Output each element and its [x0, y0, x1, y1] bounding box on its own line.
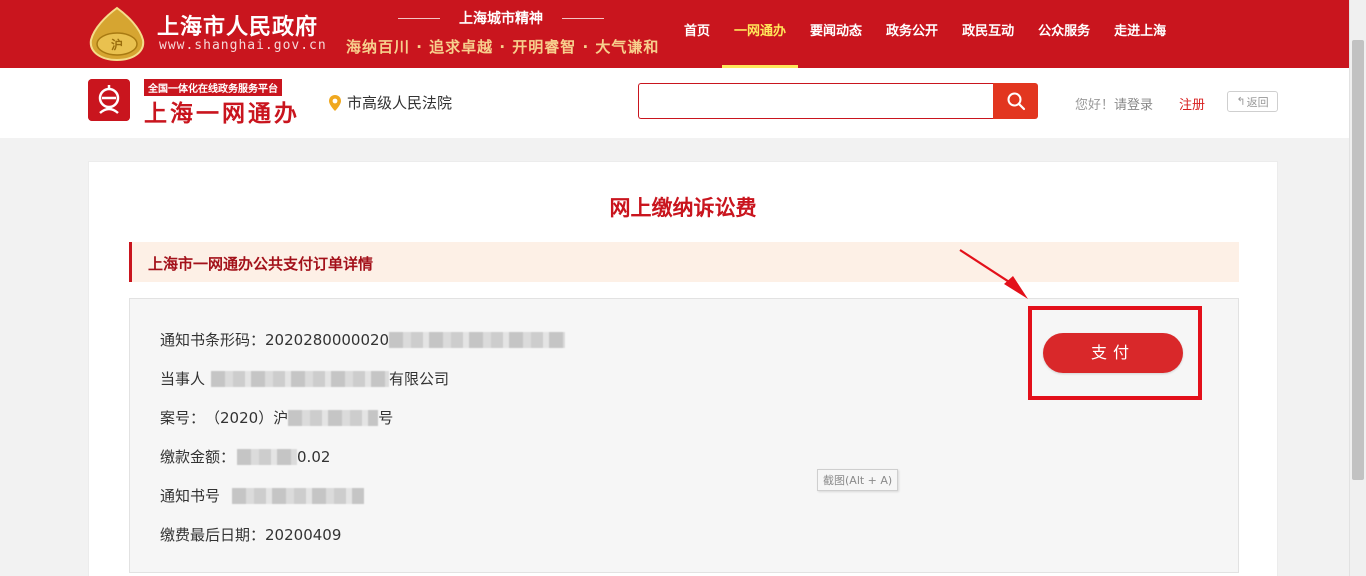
amount-suffix: 0.02	[297, 447, 331, 466]
city-spirit-title: 上海城市精神	[398, 8, 604, 28]
screenshot-tooltip: 截图(Alt + A)	[817, 469, 899, 491]
redacted-party	[211, 370, 390, 387]
ywt-logo-icon[interactable]	[88, 79, 130, 121]
section-title: 上海市一网通办公共支付订单详情	[148, 255, 374, 273]
sub-header: 全国一体化在线政务服务平台 上海一网通办 市高级人民法院 您好！请登录 注册 ↰…	[0, 68, 1349, 138]
deadline-label: 缴费最后日期：	[160, 526, 266, 544]
register-link[interactable]: 注册	[1179, 94, 1205, 113]
case-suffix: 号	[378, 409, 394, 427]
location-selector[interactable]: 市高级人民法院	[328, 92, 452, 113]
detail-row-amount: 缴款金额： 0.02	[160, 446, 330, 467]
nav-item-news[interactable]: 要闻动态	[798, 0, 874, 68]
scrollbar[interactable]	[1349, 0, 1366, 576]
search-icon	[1007, 92, 1025, 111]
greeting: 您好！请登录	[1075, 94, 1153, 113]
detail-row-notice: 通知书号	[160, 485, 365, 506]
barcode-label: 通知书条形码：	[160, 331, 266, 349]
svg-text:沪: 沪	[111, 37, 123, 52]
annotation-arrow-icon	[959, 249, 1028, 299]
redacted-notice	[232, 487, 365, 504]
detail-row-barcode: 通知书条形码： 2020280000020	[160, 329, 566, 350]
page-title: 网上缴纳诉讼费	[609, 196, 757, 220]
nav-item-home[interactable]: 首页	[672, 0, 722, 68]
search-input[interactable]	[638, 83, 994, 119]
detail-row-case: 案号： （2020）沪 号	[160, 407, 393, 428]
back-label: 返回	[1246, 95, 1269, 109]
nav-item-public-service[interactable]: 公众服务	[1026, 0, 1102, 68]
back-arrow-icon: ↰	[1236, 95, 1246, 108]
gov-url[interactable]: www.shanghai.gov.cn	[159, 38, 327, 53]
nav-item-interaction[interactable]: 政民互动	[950, 0, 1026, 68]
detail-row-party: 当事人 有限公司	[160, 368, 449, 389]
map-pin-icon	[329, 94, 341, 111]
greeting-text: 您好！	[1075, 98, 1115, 113]
login-link[interactable]: 请登录	[1114, 98, 1153, 113]
scrollbar-thumb[interactable]	[1352, 40, 1364, 480]
case-label: 案号：	[160, 409, 206, 427]
redacted-amount	[237, 448, 298, 465]
case-value: （2020）沪	[205, 409, 289, 427]
back-button[interactable]: ↰ 返回	[1227, 91, 1278, 112]
party-label: 当事人	[160, 370, 206, 388]
gov-header: 沪 上海市人民政府 www.shanghai.gov.cn 上海城市精神 海纳百…	[0, 0, 1366, 68]
notice-label: 通知书号	[160, 487, 221, 505]
platform-name[interactable]: 上海一网通办	[144, 94, 300, 128]
party-suffix: 有限公司	[389, 370, 450, 388]
nav-item-open-gov[interactable]: 政务公开	[874, 0, 950, 68]
nav-item-about-shanghai[interactable]: 走进上海	[1102, 0, 1178, 68]
gov-title[interactable]: 上海市人民政府	[157, 9, 318, 41]
deadline-value: 20200409	[265, 525, 342, 544]
pay-button[interactable]: 支付	[1043, 333, 1183, 373]
barcode-value: 2020280000020	[265, 330, 390, 349]
amount-label: 缴款金额：	[160, 448, 236, 466]
location-label: 市高级人民法院	[347, 94, 453, 112]
nav-item-ywtb[interactable]: 一网通办	[722, 0, 799, 68]
redacted-case	[288, 409, 379, 426]
redacted-barcode	[389, 331, 566, 348]
search-button[interactable]	[993, 83, 1038, 119]
main-nav: 首页 一网通办 要闻动态 政务公开 政民互动 公众服务 走进上海	[672, 0, 1178, 68]
city-spirit-slogan: 海纳百川 · 追求卓越 · 开明睿智 · 大气谦和	[346, 38, 660, 56]
detail-row-deadline: 缴费最后日期： 20200409	[160, 524, 341, 545]
shanghai-emblem-icon[interactable]: 沪	[88, 6, 146, 62]
section-header: 上海市一网通办公共支付订单详情	[129, 242, 1239, 282]
